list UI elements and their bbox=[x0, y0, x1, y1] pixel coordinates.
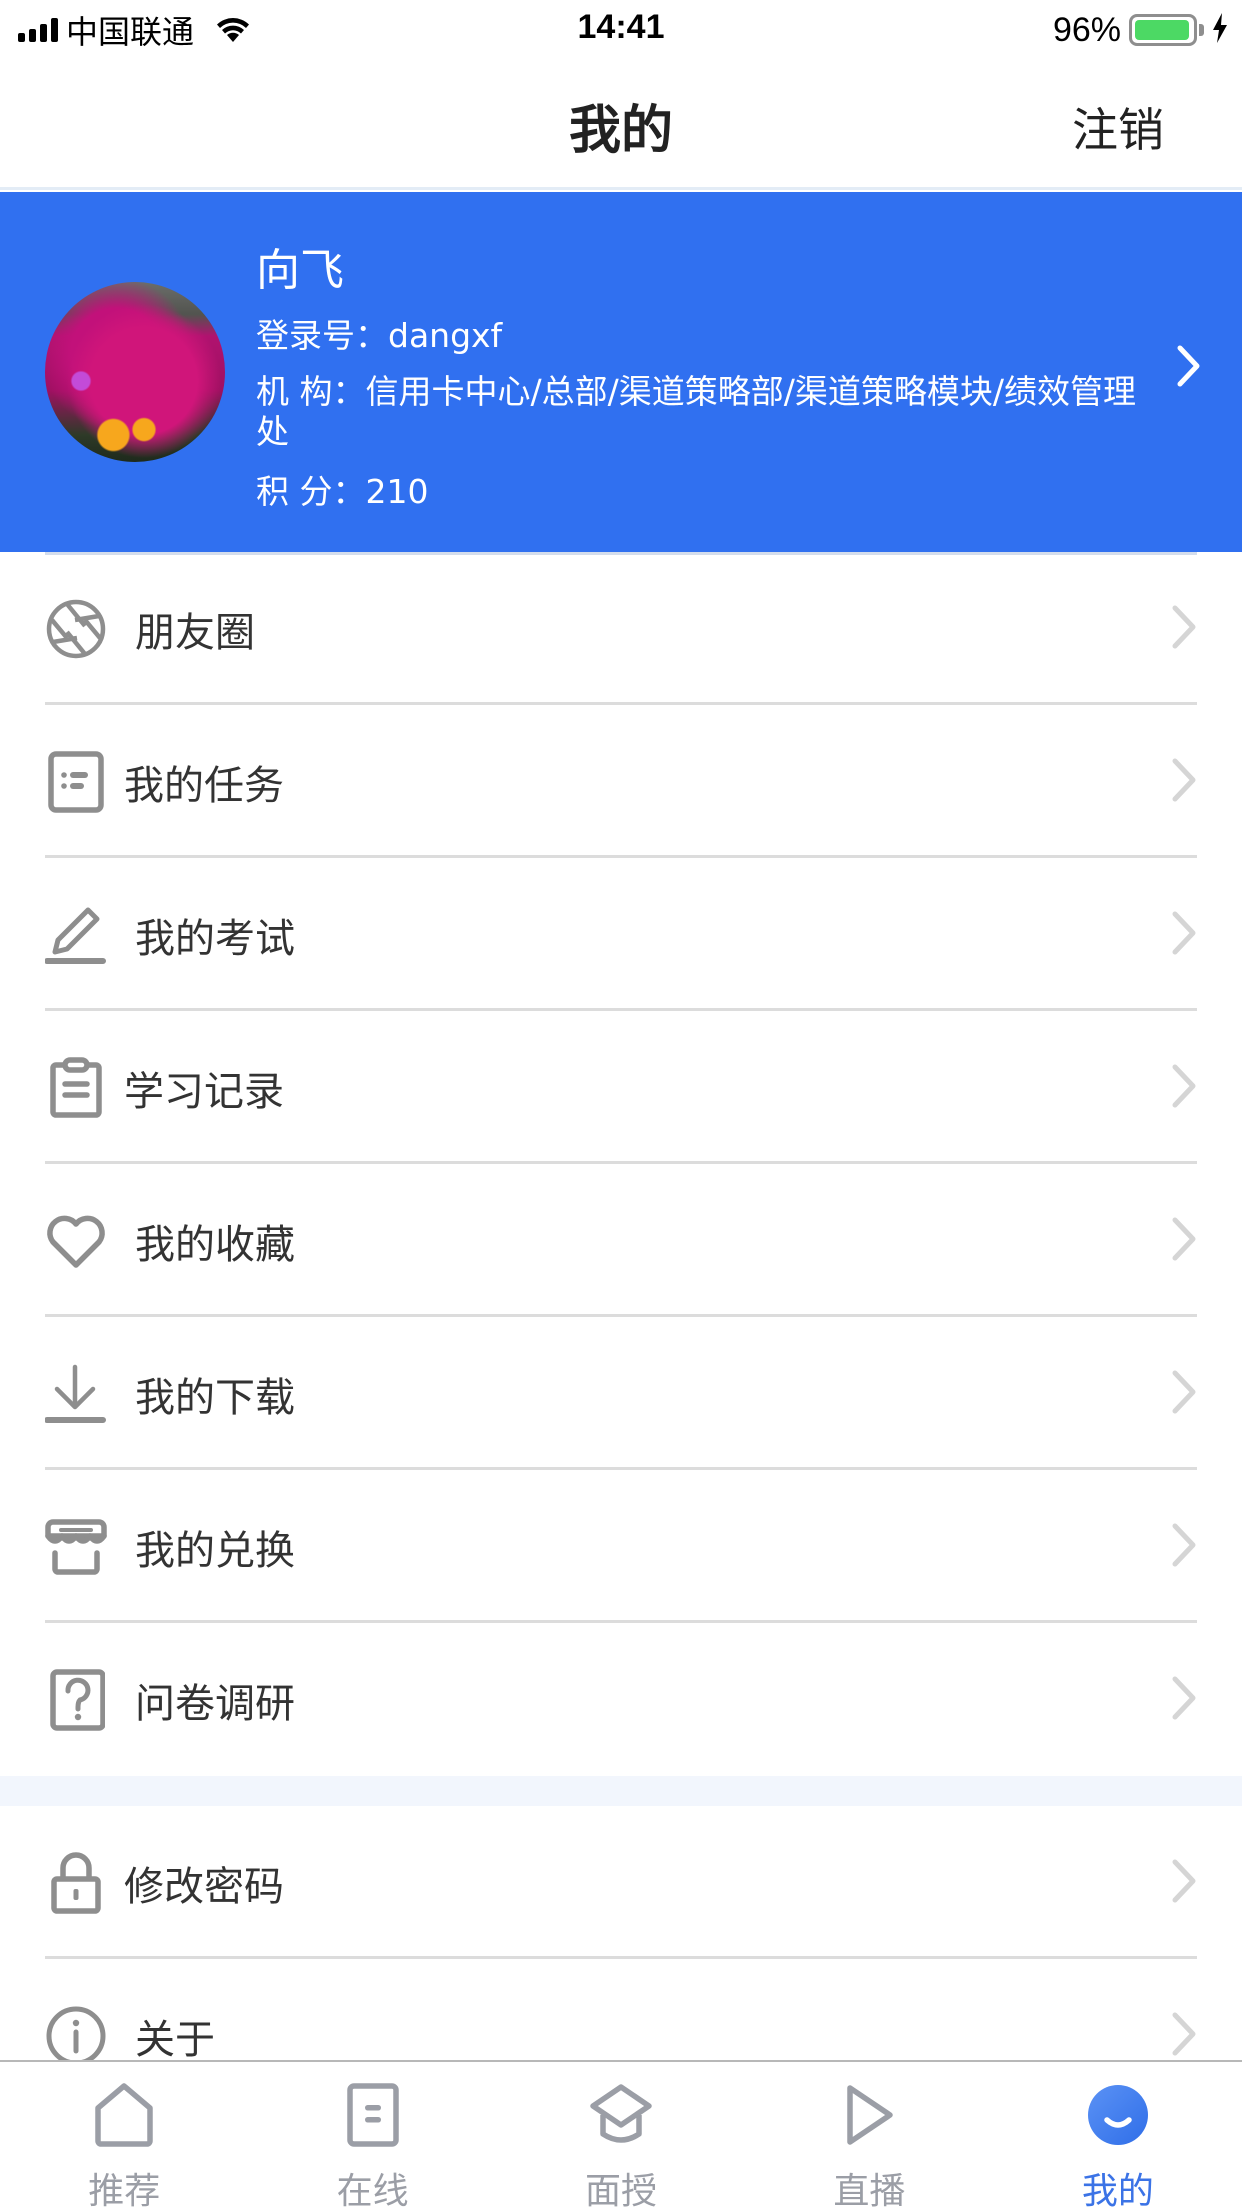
heart-icon bbox=[45, 1210, 107, 1272]
menu-item-label: 我的任务 bbox=[124, 762, 284, 809]
lock-icon bbox=[45, 1851, 107, 1914]
chevron-right-icon bbox=[1171, 757, 1197, 807]
avatar[interactable] bbox=[45, 282, 225, 462]
chevron-right-icon bbox=[1171, 604, 1197, 654]
menu-item-downloads[interactable]: 我的下载 bbox=[0, 1317, 1242, 1470]
aperture-icon bbox=[45, 598, 107, 660]
battery-cap bbox=[1199, 24, 1204, 36]
organization-line: 机 构：信用卡中心/总部/渠道策略部/渠道策略模块/绩效管理处 bbox=[256, 372, 1166, 452]
task-list-icon bbox=[45, 750, 107, 813]
charging-bolt-icon bbox=[1212, 13, 1228, 47]
tab-in-person[interactable]: 面授 bbox=[497, 2062, 745, 2208]
battery-level bbox=[1135, 20, 1189, 40]
section-separator bbox=[0, 1776, 1242, 1806]
points-label: 积 分： bbox=[256, 472, 366, 511]
menu-item-label: 我的兑换 bbox=[135, 1527, 295, 1574]
download-icon bbox=[45, 1363, 107, 1425]
menu-item-study-record[interactable]: 学习记录 bbox=[0, 1011, 1242, 1164]
profile-card[interactable]: 向飞 登录号：dangxf 机 构：信用卡中心/总部/渠道策略部/渠道策略模块/… bbox=[0, 192, 1242, 552]
points-line: 积 分：210 bbox=[256, 472, 429, 512]
status-bar: 中国联通 14:41 96% bbox=[0, 0, 1242, 60]
chevron-right-icon bbox=[1171, 1216, 1197, 1266]
menu-item-survey[interactable]: 问卷调研 bbox=[0, 1623, 1242, 1776]
battery-percent: 96% bbox=[1052, 10, 1121, 49]
tab-label: 直播 bbox=[833, 2171, 906, 2208]
chevron-right-icon bbox=[1176, 344, 1202, 392]
menu-item-moments[interactable]: 朋友圈 bbox=[0, 552, 1242, 705]
menu-item-change-password[interactable]: 修改密码 bbox=[0, 1806, 1242, 1959]
chevron-right-icon bbox=[1171, 1675, 1197, 1725]
document-icon bbox=[340, 2082, 406, 2148]
organization-value: 信用卡中心/总部/渠道策略部/渠道策略模块/绩效管理处 bbox=[256, 372, 1136, 451]
graduation-cap-icon bbox=[588, 2082, 654, 2148]
pencil-icon bbox=[45, 904, 107, 966]
divider bbox=[45, 552, 1197, 555]
menu-item-favorites[interactable]: 我的收藏 bbox=[0, 1164, 1242, 1317]
info-icon bbox=[45, 2005, 107, 2067]
store-icon bbox=[45, 1516, 107, 1578]
user-name: 向飞 bbox=[256, 245, 344, 296]
menu-item-my-tasks[interactable]: 我的任务 bbox=[0, 705, 1242, 858]
menu-item-label: 我的考试 bbox=[135, 915, 295, 962]
logout-button[interactable]: 注销 bbox=[1072, 94, 1164, 160]
tab-recommend[interactable]: 推荐 bbox=[0, 2062, 248, 2208]
chevron-right-icon bbox=[1171, 1858, 1197, 1908]
chevron-right-icon bbox=[1171, 910, 1197, 960]
tab-mine[interactable]: 我的 bbox=[994, 2062, 1242, 2208]
menu-item-label: 我的下载 bbox=[135, 1374, 295, 1421]
clipboard-icon bbox=[45, 1056, 107, 1119]
tab-online[interactable]: 在线 bbox=[248, 2062, 496, 2208]
battery-icon bbox=[1129, 14, 1197, 46]
chevron-right-icon bbox=[1171, 2011, 1197, 2061]
login-id-label: 登录号： bbox=[256, 316, 388, 355]
tab-label: 推荐 bbox=[88, 2171, 161, 2208]
login-id-line: 登录号：dangxf bbox=[256, 316, 502, 356]
points-value: 210 bbox=[365, 472, 429, 511]
tab-label: 我的 bbox=[1081, 2171, 1154, 2208]
tab-label: 在线 bbox=[336, 2171, 409, 2208]
menu-list: 朋友圈 我的任务 我的考试 学习记录 我的收藏 我的下载 我的兑换 问卷调研 修… bbox=[0, 552, 1242, 2112]
tab-bar: 推荐 在线 面授 直播 我的 bbox=[0, 2060, 1242, 2208]
play-icon bbox=[836, 2082, 902, 2148]
tab-label: 面授 bbox=[585, 2171, 658, 2208]
organization-label: 机 构： bbox=[256, 372, 366, 411]
page-title: 我的 bbox=[568, 101, 673, 161]
menu-item-label: 我的收藏 bbox=[135, 1221, 295, 1268]
chevron-right-icon bbox=[1171, 1063, 1197, 1113]
smiley-face-icon bbox=[1085, 2082, 1151, 2148]
menu-item-label: 问卷调研 bbox=[135, 1680, 295, 1727]
navigation-bar: 我的 注销 bbox=[0, 60, 1242, 190]
menu-item-label: 修改密码 bbox=[124, 1863, 284, 1910]
menu-item-my-exams[interactable]: 我的考试 bbox=[0, 858, 1242, 1011]
home-icon bbox=[91, 2082, 157, 2148]
menu-item-label: 朋友圈 bbox=[135, 609, 255, 656]
chevron-right-icon bbox=[1171, 1522, 1197, 1572]
login-id-value: dangxf bbox=[388, 316, 503, 355]
question-box-icon bbox=[45, 1668, 107, 1731]
menu-item-label: 关于 bbox=[135, 2016, 215, 2063]
chevron-right-icon bbox=[1171, 1369, 1197, 1419]
tab-live[interactable]: 直播 bbox=[745, 2062, 993, 2208]
menu-item-label: 学习记录 bbox=[124, 1068, 284, 1115]
menu-item-exchange[interactable]: 我的兑换 bbox=[0, 1470, 1242, 1623]
